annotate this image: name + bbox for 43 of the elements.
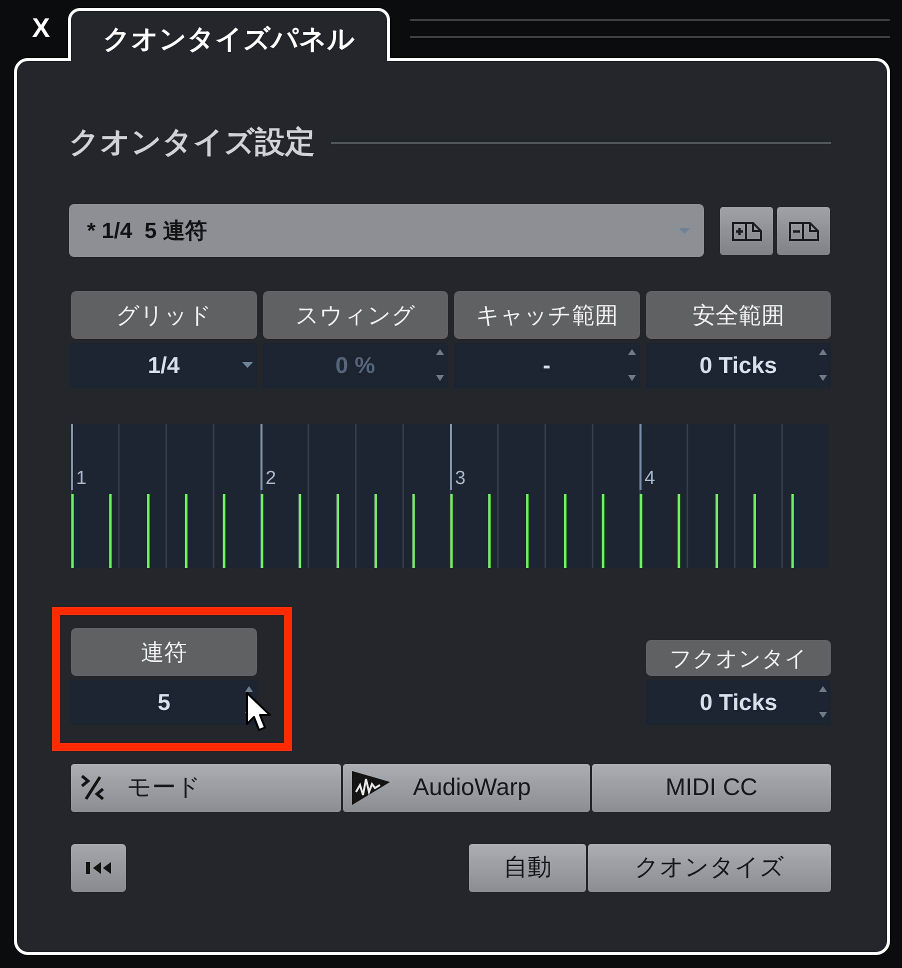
- close-button[interactable]: X: [14, 8, 68, 48]
- remove-preset-button[interactable]: [777, 206, 830, 254]
- spinner-arrows-icon[interactable]: [626, 348, 636, 382]
- dropdown-arrow-icon[interactable]: [242, 362, 252, 368]
- spinner-arrows-icon[interactable]: [818, 685, 828, 719]
- beat-number: 2: [266, 468, 276, 490]
- field-value: 5: [158, 688, 170, 718]
- parameter-header[interactable]: キャッチ範囲: [454, 291, 640, 339]
- field-value: 0 %: [335, 351, 376, 380]
- field-value: 0 Ticks: [700, 688, 778, 718]
- value-field[interactable]: 0 Ticks: [646, 343, 831, 388]
- field-value: 0 Ticks: [699, 351, 778, 380]
- value-field[interactable]: 0 Ticks: [646, 680, 831, 725]
- mode-button[interactable]: AudioWarp: [343, 764, 590, 812]
- parameter-header[interactable]: 安全範囲: [646, 291, 831, 339]
- tuplet-header[interactable]: 連符: [71, 628, 257, 676]
- spinner-arrows-icon[interactable]: [818, 348, 828, 382]
- page-minus-icon: [788, 220, 820, 242]
- field-value: 1/4: [148, 351, 180, 380]
- mode-button[interactable]: MIDI CC: [592, 764, 831, 812]
- field-value: -: [542, 351, 551, 380]
- action-button[interactable]: 自動: [469, 844, 586, 892]
- add-preset-button[interactable]: [720, 206, 773, 254]
- page-plus-icon: [730, 220, 762, 242]
- preset-value: * 1/4 5 連符: [87, 217, 207, 245]
- rough-quantize-header[interactable]: フクオンタイ: [646, 640, 831, 676]
- slash-chevrons-icon: [79, 774, 105, 802]
- waveform-flag-icon: [351, 770, 391, 806]
- section-title: クオンタイズ設定: [69, 126, 315, 160]
- parameter-header[interactable]: グリッド: [71, 291, 256, 339]
- value-field[interactable]: -: [454, 343, 640, 388]
- beat-number: 4: [644, 468, 656, 490]
- value-field[interactable]: 1/4: [71, 343, 256, 388]
- preset-dropdown[interactable]: * 1/4 5 連符: [69, 204, 704, 257]
- beat-number: 3: [455, 468, 466, 490]
- spinner-arrows-icon[interactable]: [435, 348, 445, 382]
- skip-back-icon: [86, 861, 112, 875]
- panel-tab[interactable]: クオンタイズパネル: [68, 8, 390, 61]
- mode-button[interactable]: モード: [71, 764, 341, 812]
- rewind-button[interactable]: [71, 844, 126, 892]
- action-button[interactable]: クオンタイズ: [588, 844, 831, 892]
- beat-number: 1: [76, 468, 87, 490]
- value-field[interactable]: 5: [71, 680, 257, 725]
